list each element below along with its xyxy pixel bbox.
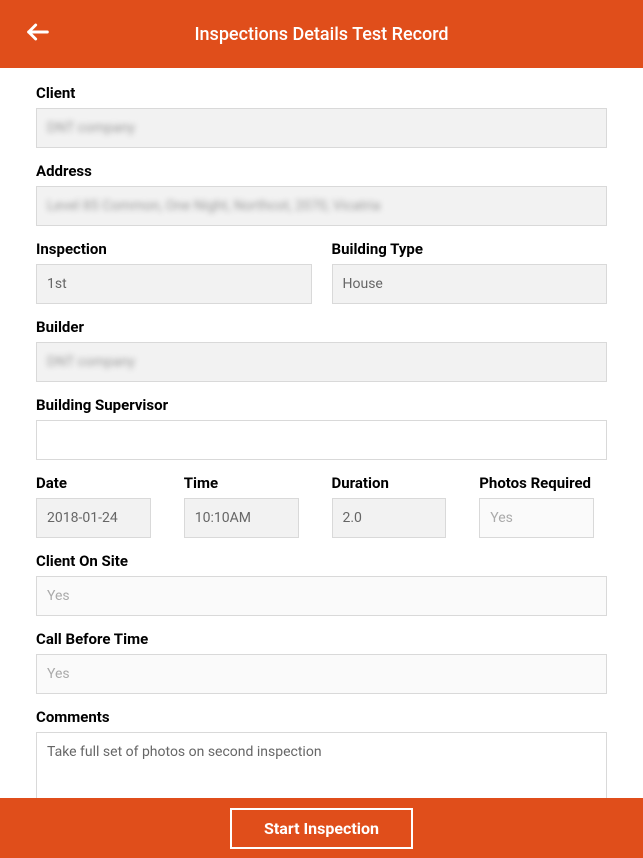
field-photos-required: Photos Required	[479, 474, 607, 538]
field-time: Time	[184, 474, 312, 538]
app-header: Inspections Details Test Record	[0, 0, 643, 68]
field-inspection: Inspection	[36, 240, 312, 304]
field-duration: Duration	[332, 474, 460, 538]
builder-input[interactable]: DNT company	[36, 342, 607, 382]
back-icon[interactable]	[24, 18, 52, 50]
address-input[interactable]: Level 85 Common, One Night, Northcot, 20…	[36, 186, 607, 226]
field-building-type: Building Type	[332, 240, 608, 304]
field-builder: Builder DNT company	[36, 318, 607, 382]
form-content: Client DNT company Address Level 85 Comm…	[0, 68, 643, 798]
date-label: Date	[36, 474, 164, 492]
field-address: Address Level 85 Common, One Night, Nort…	[36, 162, 607, 226]
field-building-supervisor: Building Supervisor	[36, 396, 607, 460]
address-label: Address	[36, 162, 607, 180]
start-inspection-button[interactable]: Start Inspection	[230, 808, 413, 849]
field-client: Client DNT company	[36, 84, 607, 148]
client-on-site-label: Client On Site	[36, 552, 607, 570]
inspection-label: Inspection	[36, 240, 312, 258]
comments-label: Comments	[36, 708, 607, 726]
building-supervisor-input[interactable]	[36, 420, 607, 460]
time-label: Time	[184, 474, 312, 492]
inspection-input[interactable]	[36, 264, 312, 304]
field-client-on-site: Client On Site	[36, 552, 607, 616]
building-type-label: Building Type	[332, 240, 608, 258]
field-date: Date	[36, 474, 164, 538]
field-comments: Comments	[36, 708, 607, 798]
duration-label: Duration	[332, 474, 460, 492]
client-label: Client	[36, 84, 607, 102]
building-type-input[interactable]	[332, 264, 608, 304]
time-input[interactable]	[184, 498, 299, 538]
page-title: Inspections Details Test Record	[20, 24, 623, 45]
duration-input[interactable]	[332, 498, 447, 538]
comments-textarea[interactable]	[36, 732, 607, 798]
photos-required-input[interactable]	[479, 498, 594, 538]
client-on-site-input[interactable]	[36, 576, 607, 616]
date-input[interactable]	[36, 498, 151, 538]
app-footer: Start Inspection	[0, 798, 643, 858]
field-call-before-time: Call Before Time	[36, 630, 607, 694]
builder-label: Builder	[36, 318, 607, 336]
call-before-time-input[interactable]	[36, 654, 607, 694]
building-supervisor-label: Building Supervisor	[36, 396, 607, 414]
client-input[interactable]: DNT company	[36, 108, 607, 148]
call-before-time-label: Call Before Time	[36, 630, 607, 648]
photos-required-label: Photos Required	[479, 474, 607, 492]
